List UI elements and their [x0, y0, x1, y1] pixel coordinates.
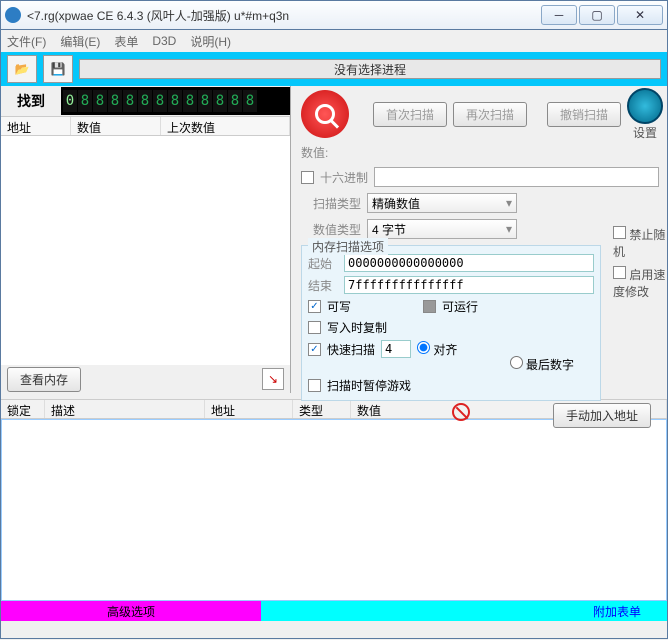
col-prev[interactable]: 上次数值	[161, 117, 290, 135]
footer-spacer	[261, 601, 567, 621]
no-random-checkbox[interactable]	[613, 226, 626, 239]
results-list[interactable]	[1, 136, 290, 365]
mem-end-input[interactable]	[344, 276, 594, 294]
value-label: 数值:	[301, 144, 341, 161]
open-process-button[interactable]: 📂	[7, 55, 37, 83]
gear-icon	[627, 88, 663, 124]
settings-label: 设置	[627, 124, 663, 141]
hex-checkbox[interactable]	[301, 171, 314, 184]
minimize-button[interactable]: ─	[541, 5, 577, 25]
first-scan-button[interactable]: 首次扫描	[373, 102, 447, 127]
next-scan-button[interactable]: 再次扫描	[453, 102, 527, 127]
app-icon	[5, 7, 21, 23]
mem-start-input[interactable]	[344, 254, 594, 272]
undo-scan-button[interactable]: 撤销扫描	[547, 102, 621, 127]
col-address[interactable]: 地址	[1, 117, 71, 135]
scan-type-label: 扫描类型	[301, 195, 361, 212]
settings-area[interactable]: 设置	[627, 88, 663, 141]
add-to-list-button[interactable]: ↘	[262, 368, 284, 390]
executable-checkbox[interactable]	[423, 300, 436, 313]
menu-help[interactable]: 说明(H)	[190, 33, 231, 50]
attach-table-button[interactable]: 附加表单	[567, 601, 667, 621]
address-list[interactable]	[1, 419, 667, 601]
menu-d3d[interactable]: D3D	[152, 34, 176, 48]
lastdigit-radio[interactable]	[510, 356, 523, 369]
fastscan-input[interactable]	[381, 340, 411, 358]
save-button[interactable]: 💾	[43, 55, 73, 83]
scan-type-select[interactable]: 精确数值	[367, 193, 517, 213]
col-lock[interactable]: 锁定	[1, 400, 45, 418]
memory-scan-options: 内存扫描选项 起始 结束 ✓可写 可运行 写入时复制 ✓快速扫描 对齐 最后数字…	[301, 245, 601, 401]
col-desc[interactable]: 描述	[45, 400, 205, 418]
search-icon[interactable]	[301, 90, 349, 138]
arrow-down-icon: ↘	[268, 372, 278, 386]
advanced-options-button[interactable]: 高级选项	[1, 601, 261, 621]
found-label: 找到	[1, 91, 61, 111]
disk-icon: 💾	[51, 62, 66, 76]
results-header: 地址 数值 上次数值	[1, 116, 290, 136]
maximize-button[interactable]: ▢	[579, 5, 615, 25]
menu-file[interactable]: 文件(F)	[7, 33, 46, 50]
stop-icon[interactable]	[452, 403, 470, 421]
no-random-row[interactable]: 禁止随机	[613, 226, 667, 260]
col-value[interactable]: 数值	[71, 117, 161, 135]
view-memory-button[interactable]: 查看内存	[7, 367, 81, 392]
value-type-select[interactable]: 4 字节	[367, 219, 517, 239]
cow-checkbox[interactable]	[308, 321, 321, 334]
folder-icon: 📂	[15, 62, 30, 76]
menu-bar: 文件(F) 编辑(E) 表单 D3D 说明(H)	[0, 30, 668, 52]
close-button[interactable]: ✕	[617, 5, 663, 25]
progress-bar: 没有选择进程	[79, 59, 661, 79]
menu-table[interactable]: 表单	[114, 33, 138, 50]
speedhack-row[interactable]: 启用速度修改	[613, 266, 667, 300]
writable-checkbox[interactable]: ✓	[308, 300, 321, 313]
window-title: <7.rg(xpwae CE 6.4.3 (风叶人-加强版) u*#m+q3n	[27, 7, 541, 24]
align-radio[interactable]	[417, 341, 430, 354]
fastscan-checkbox[interactable]: ✓	[308, 343, 321, 356]
value-input[interactable]	[374, 167, 659, 187]
memory-legend: 内存扫描选项	[308, 238, 388, 255]
speedhack-checkbox[interactable]	[613, 266, 626, 279]
col-addr2[interactable]: 地址	[205, 400, 293, 418]
value-type-label: 数值类型	[301, 221, 361, 238]
found-counter: 0888888888888	[61, 87, 290, 115]
add-address-manual-button[interactable]: 手动加入地址	[553, 403, 651, 428]
hex-label: 十六进制	[320, 169, 368, 186]
pause-checkbox[interactable]	[308, 379, 321, 392]
menu-edit[interactable]: 编辑(E)	[60, 33, 100, 50]
